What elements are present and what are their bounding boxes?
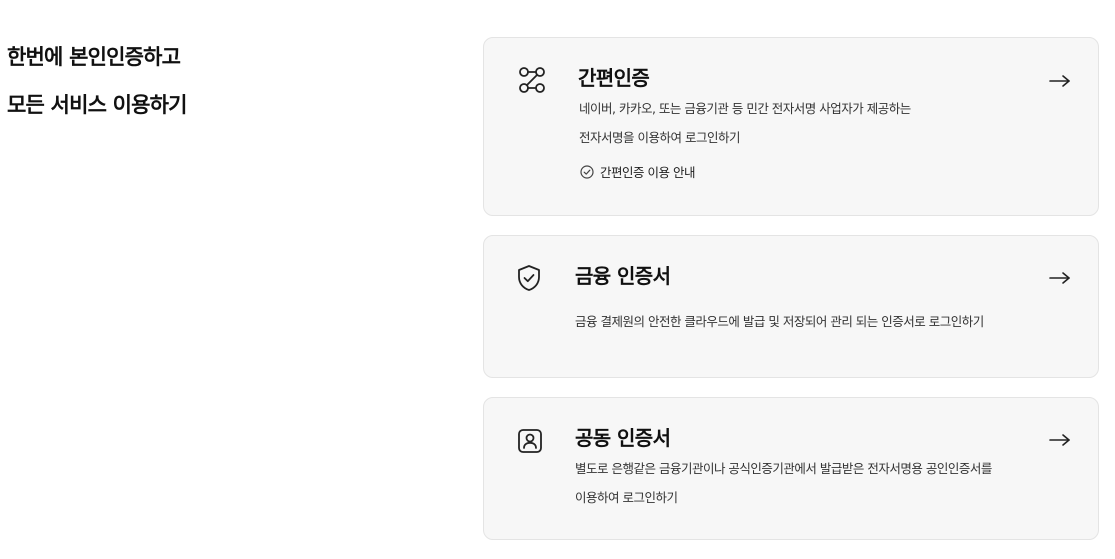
page: 한번에 본인인증하고 모든 서비스 이용하기 간편인증 네이버, 카카오, 또는… — [0, 0, 1115, 559]
user-badge-icon — [515, 426, 545, 456]
simple-auth-description: 네이버, 카카오, 또는 금융기관 등 민간 전자서명 사업자가 제공하는 전자… — [579, 94, 911, 152]
financial-certificate-desc-line-1: 금융 결제원의 안전한 클라우드에 발급 및 저장되어 관리 되는 인증서로 로… — [575, 314, 984, 329]
simple-auth-desc-line-2: 전자서명을 이용하여 로그인하기 — [579, 130, 740, 145]
headline-line-2: 모든 서비스 이용하기 — [7, 93, 188, 117]
joint-certificate-desc-line-1: 별도로 은행같은 금융기관이나 공식인증기관에서 발급받은 전자서명용 공인인증… — [575, 461, 992, 476]
simple-auth-title: 간편인증 — [578, 66, 650, 90]
simple-auth-guide-label: 간편인증 이용 안내 — [600, 165, 695, 180]
headline-line-1: 한번에 본인인증하고 — [7, 45, 181, 69]
page-headline: 한번에 본인인증하고 모든 서비스 이용하기 — [7, 33, 188, 129]
simple-auth-guide-link[interactable]: 간편인증 이용 안내 — [580, 162, 695, 181]
check-circle-icon — [580, 164, 594, 179]
joint-certificate-description: 별도로 은행같은 금융기관이나 공식인증기관에서 발급받은 전자서명용 공인인증… — [575, 454, 992, 512]
joint-certificate-card[interactable]: 공동 인증서 별도로 은행같은 금융기관이나 공식인증기관에서 발급받은 전자서… — [483, 397, 1099, 540]
arrow-right-icon — [1048, 270, 1072, 286]
financial-certificate-description: 금융 결제원의 안전한 클라우드에 발급 및 저장되어 관리 되는 인증서로 로… — [575, 307, 984, 336]
route-path-icon — [517, 65, 547, 95]
joint-certificate-desc-line-2: 이용하여 로그인하기 — [575, 490, 678, 505]
joint-certificate-title: 공동 인증서 — [575, 426, 671, 450]
shield-check-icon — [514, 263, 544, 293]
arrow-right-icon — [1048, 432, 1072, 448]
simple-auth-desc-line-1: 네이버, 카카오, 또는 금융기관 등 민간 전자서명 사업자가 제공하는 — [579, 101, 911, 116]
arrow-right-icon — [1048, 73, 1072, 89]
financial-certificate-card[interactable]: 금융 인증서 금융 결제원의 안전한 클라우드에 발급 및 저장되어 관리 되는… — [483, 235, 1099, 378]
simple-auth-card[interactable]: 간편인증 네이버, 카카오, 또는 금융기관 등 민간 전자서명 사업자가 제공… — [483, 37, 1099, 216]
financial-certificate-title: 금융 인증서 — [575, 264, 671, 288]
